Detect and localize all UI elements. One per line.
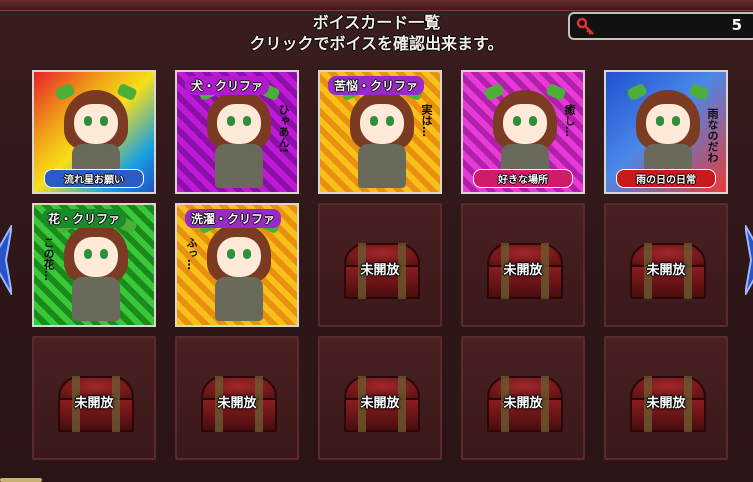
locked-card-slot[interactable]: 未開放 xyxy=(604,203,728,327)
character-body xyxy=(358,144,406,188)
card-side-caption: 癒し… xyxy=(563,104,576,137)
locked-card-slot[interactable]: 未開放 xyxy=(604,336,728,460)
card-title-banner: 好きな場所 xyxy=(473,169,573,188)
card-side-caption: 実は… xyxy=(420,104,433,137)
key-icon xyxy=(576,17,594,35)
character-body xyxy=(215,144,263,188)
voice-card[interactable]: 洗濯・クリファふっ… xyxy=(175,203,299,327)
character-face xyxy=(217,104,261,144)
locked-label: 未開放 xyxy=(503,396,543,411)
character-eye xyxy=(243,249,251,259)
card-title-banner: 洗濯・クリファ xyxy=(185,209,282,228)
locked-card-slot[interactable]: 未開放 xyxy=(461,336,585,460)
card-side-caption: この花… xyxy=(42,237,55,281)
voice-card[interactable]: 花・クリファこの花… xyxy=(32,203,156,327)
locked-card-slot[interactable]: 未開放 xyxy=(175,336,299,460)
character-face xyxy=(503,104,547,144)
card-side-caption: ふっ… xyxy=(185,237,198,270)
character-eye xyxy=(529,116,537,126)
key-counter: 5 xyxy=(568,12,753,40)
character-face xyxy=(217,237,261,277)
locked-card-slot[interactable]: 未開放 xyxy=(318,203,442,327)
character-face xyxy=(360,104,404,144)
character-eye xyxy=(656,116,664,126)
character-eye xyxy=(100,249,108,259)
character-eye xyxy=(386,116,394,126)
card-side-caption: 雨なのだわ xyxy=(706,108,719,163)
card-side-caption: ひゃあん! xyxy=(277,104,290,154)
voice-card[interactable]: 犬・クリファ ひゃあん! xyxy=(175,70,299,194)
voice-card[interactable]: 雨の日の日常 雨なのだわ xyxy=(604,70,728,194)
character-body xyxy=(215,277,263,321)
character-eye xyxy=(243,116,251,126)
locked-label: 未開放 xyxy=(360,396,400,411)
next-page-arrow-icon[interactable] xyxy=(745,225,753,295)
card-title-banner: 流れ星お願い xyxy=(44,169,144,188)
character-face xyxy=(74,237,118,277)
card-title-banner: 花・クリファ xyxy=(42,209,127,228)
character-eye xyxy=(513,116,521,126)
card-title-banner: 犬・クリファ xyxy=(185,76,270,95)
locked-label: 未開放 xyxy=(74,396,114,411)
voice-card[interactable]: 流れ星お願い xyxy=(32,70,156,194)
voice-card[interactable]: 好きな場所 癒し… xyxy=(461,70,585,194)
locked-card-slot[interactable]: 未開放 xyxy=(461,203,585,327)
character-eye xyxy=(227,249,235,259)
locked-label: 未開放 xyxy=(646,396,686,411)
character-eye xyxy=(84,116,92,126)
locked-label: 未開放 xyxy=(217,396,257,411)
prev-page-arrow-icon[interactable] xyxy=(0,225,12,295)
character-face xyxy=(74,104,118,144)
top-bar xyxy=(0,0,753,11)
key-count: 5 xyxy=(731,16,742,34)
character-eye xyxy=(227,116,235,126)
character-face xyxy=(646,104,690,144)
locked-label: 未開放 xyxy=(503,263,543,278)
locked-card-slot[interactable]: 未開放 xyxy=(318,336,442,460)
corner-decoration xyxy=(0,478,42,482)
character-eye xyxy=(672,116,680,126)
character-eye xyxy=(84,249,92,259)
character-eye xyxy=(100,116,108,126)
character-eye xyxy=(370,116,378,126)
card-title-banner: 雨の日の日常 xyxy=(616,169,716,188)
locked-label: 未開放 xyxy=(360,263,400,278)
locked-card-slot[interactable]: 未開放 xyxy=(32,336,156,460)
character-body xyxy=(72,277,120,321)
locked-label: 未開放 xyxy=(646,263,686,278)
card-title-banner: 苦悩・クリファ xyxy=(328,76,425,95)
voice-card[interactable]: 苦悩・クリファ実は… xyxy=(318,70,442,194)
